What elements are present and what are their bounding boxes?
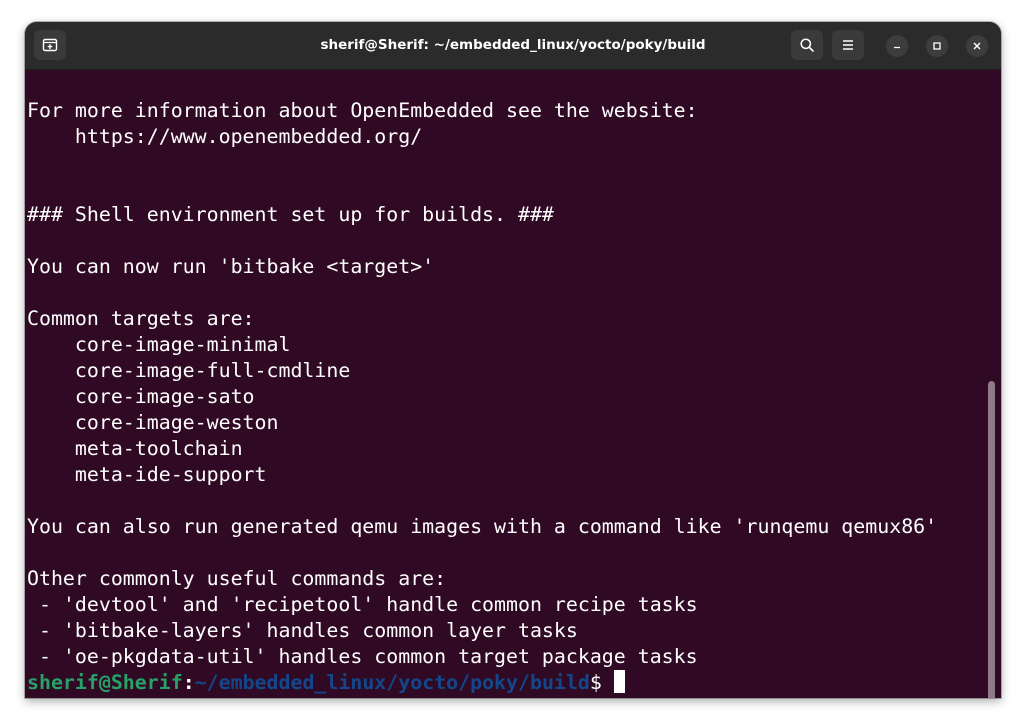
terminal-line: core-image-minimal bbox=[27, 333, 291, 356]
terminal-line: meta-ide-support bbox=[27, 463, 267, 486]
terminal-line: Other commonly useful commands are: bbox=[27, 567, 447, 590]
prompt-colon: : bbox=[182, 671, 195, 694]
terminal-line: ### Shell environment set up for builds.… bbox=[27, 203, 554, 226]
terminal-line: https://www.openembedded.org/ bbox=[27, 125, 423, 148]
terminal-output[interactable]: For more information about OpenEmbedded … bbox=[25, 70, 1001, 698]
scrollbar[interactable] bbox=[988, 381, 995, 698]
terminal-line: core-image-weston bbox=[27, 411, 279, 434]
terminal-window: sherif@Sherif: ~/embedded_linux/yocto/po… bbox=[25, 22, 1001, 698]
search-icon bbox=[800, 38, 814, 52]
minimize-button[interactable] bbox=[886, 35, 908, 57]
terminal-line: Common targets are: bbox=[27, 307, 255, 330]
terminal-line: - 'oe-pkgdata-util' handles common targe… bbox=[27, 645, 698, 668]
search-button[interactable] bbox=[791, 30, 823, 60]
terminal-line: You can also run generated qemu images w… bbox=[27, 515, 938, 538]
close-button[interactable] bbox=[966, 35, 988, 57]
maximize-button[interactable] bbox=[926, 35, 948, 57]
terminal-line: - 'bitbake-layers' handles common layer … bbox=[27, 619, 578, 642]
terminal-line: You can now run 'bitbake <target>' bbox=[27, 255, 435, 278]
terminal-line: For more information about OpenEmbedded … bbox=[27, 99, 698, 122]
terminal-line: - 'devtool' and 'recipetool' handle comm… bbox=[27, 593, 698, 616]
new-tab-icon bbox=[42, 38, 58, 52]
minimize-icon bbox=[894, 46, 900, 49]
new-tab-button[interactable] bbox=[34, 30, 66, 60]
prompt-user-host: sherif@Sherif bbox=[27, 671, 183, 694]
terminal-line: core-image-sato bbox=[27, 385, 255, 408]
prompt-path: ~/embedded_linux/yocto/poky/build bbox=[194, 671, 590, 694]
window-title: sherif@Sherif: ~/embedded_linux/yocto/po… bbox=[320, 37, 706, 53]
prompt-symbol: $ bbox=[589, 671, 602, 694]
text-cursor bbox=[613, 670, 625, 693]
title-bar[interactable]: sherif@Sherif: ~/embedded_linux/yocto/po… bbox=[25, 22, 1001, 70]
terminal-line: meta-toolchain bbox=[27, 437, 243, 460]
menu-button[interactable] bbox=[832, 30, 864, 60]
shell-prompt[interactable]: sherif@Sherif:~/embedded_linux/yocto/pok… bbox=[27, 670, 625, 696]
hamburger-menu-icon bbox=[843, 40, 853, 50]
maximize-icon bbox=[933, 42, 941, 50]
close-icon bbox=[973, 42, 981, 50]
terminal-line: core-image-full-cmdline bbox=[27, 359, 351, 382]
